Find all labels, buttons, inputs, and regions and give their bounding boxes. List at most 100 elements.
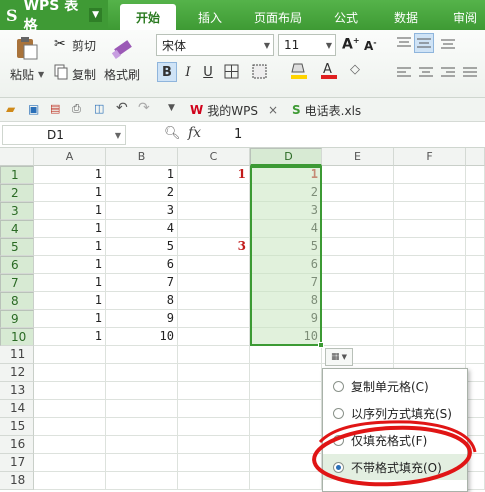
cell-D16[interactable]: [250, 436, 322, 454]
align-center-icon[interactable]: [418, 66, 434, 83]
cell-A3[interactable]: 1: [34, 202, 106, 220]
cell-G17[interactable]: [466, 454, 485, 472]
cell-A16[interactable]: [34, 436, 106, 454]
cell-D11[interactable]: [250, 346, 322, 364]
cell-C17[interactable]: [178, 454, 250, 472]
cell-B8[interactable]: 8: [106, 292, 178, 310]
row-header[interactable]: 1: [0, 166, 34, 184]
cell-D5[interactable]: 5: [250, 238, 322, 256]
row-header[interactable]: 2: [0, 184, 34, 202]
cell-C14[interactable]: [178, 400, 250, 418]
cell-G16[interactable]: [466, 436, 485, 454]
cell-D7[interactable]: 7: [250, 274, 322, 292]
bold-button[interactable]: B: [157, 62, 177, 82]
cell-G18[interactable]: [466, 472, 485, 490]
tab-insert[interactable]: 插入: [186, 4, 234, 30]
tab-data[interactable]: 数据: [382, 4, 430, 30]
cell-C16[interactable]: [178, 436, 250, 454]
cell-C11[interactable]: [178, 346, 250, 364]
row-header[interactable]: 9: [0, 310, 34, 328]
cell-D15[interactable]: [250, 418, 322, 436]
align-left-icon[interactable]: [396, 66, 412, 83]
cell-A11[interactable]: [34, 346, 106, 364]
cell-E10[interactable]: [322, 328, 394, 346]
cell-D1[interactable]: 1: [250, 166, 322, 184]
print-icon[interactable]: ⎙: [72, 102, 81, 116]
cell-F10[interactable]: [394, 328, 466, 346]
cell-D3[interactable]: 3: [250, 202, 322, 220]
row-header[interactable]: 14: [0, 400, 34, 418]
cell-E8[interactable]: [322, 292, 394, 310]
font-color-icon[interactable]: A: [320, 60, 338, 83]
cell-G15[interactable]: [466, 418, 485, 436]
cell-D12[interactable]: [250, 364, 322, 382]
cell-C4[interactable]: [178, 220, 250, 238]
cell-A14[interactable]: [34, 400, 106, 418]
option-copy-cells[interactable]: 复制单元格(C): [323, 373, 467, 399]
border-icon[interactable]: [224, 64, 240, 83]
cell-C9[interactable]: [178, 310, 250, 328]
cell-D9[interactable]: 9: [250, 310, 322, 328]
align-right-icon[interactable]: [440, 66, 456, 83]
fill-pattern-icon[interactable]: [252, 64, 268, 83]
cell-C3[interactable]: [178, 202, 250, 220]
tab-my-wps[interactable]: W 我的WPS ×: [190, 98, 278, 122]
cell-B9[interactable]: 9: [106, 310, 178, 328]
cell-A18[interactable]: [34, 472, 106, 490]
cell-B18[interactable]: [106, 472, 178, 490]
tab-page-layout[interactable]: 页面布局: [244, 4, 312, 30]
fill-color-icon[interactable]: [290, 60, 308, 83]
column-header[interactable]: A: [34, 148, 106, 166]
cell-G6[interactable]: [466, 256, 485, 274]
cell-B13[interactable]: [106, 382, 178, 400]
column-header[interactable]: [466, 148, 485, 166]
cell-E3[interactable]: [322, 202, 394, 220]
align-middle-icon[interactable]: [414, 33, 434, 53]
cell-C12[interactable]: [178, 364, 250, 382]
autofill-options-button[interactable]: ▦ ▼: [325, 348, 353, 366]
cell-C8[interactable]: [178, 292, 250, 310]
cell-B14[interactable]: [106, 400, 178, 418]
cell-G11[interactable]: [466, 346, 485, 364]
cell-D2[interactable]: 2: [250, 184, 322, 202]
cell-A13[interactable]: [34, 382, 106, 400]
cell-A12[interactable]: [34, 364, 106, 382]
open-folder-icon[interactable]: ▰: [6, 102, 15, 116]
cell-C7[interactable]: [178, 274, 250, 292]
format-painter-label[interactable]: 格式刷: [104, 66, 140, 83]
format-painter-icon[interactable]: [110, 34, 136, 63]
cell-A6[interactable]: 1: [34, 256, 106, 274]
eraser-icon[interactable]: ◇: [350, 62, 360, 77]
paste-icon[interactable]: [14, 36, 40, 60]
cell-D6[interactable]: 6: [250, 256, 322, 274]
cell-A15[interactable]: [34, 418, 106, 436]
underline-button[interactable]: U: [198, 62, 218, 82]
cell-B12[interactable]: [106, 364, 178, 382]
cell-B7[interactable]: 7: [106, 274, 178, 292]
row-header[interactable]: 13: [0, 382, 34, 400]
cell-D13[interactable]: [250, 382, 322, 400]
cell-G8[interactable]: [466, 292, 485, 310]
cell-E9[interactable]: [322, 310, 394, 328]
close-icon[interactable]: ×: [268, 103, 278, 117]
cell-G13[interactable]: [466, 382, 485, 400]
cell-D17[interactable]: [250, 454, 322, 472]
cell-G4[interactable]: [466, 220, 485, 238]
row-header[interactable]: 16: [0, 436, 34, 454]
font-size-select[interactable]: 11 ▼: [278, 34, 336, 56]
column-header[interactable]: D: [250, 148, 322, 166]
chevron-down-icon[interactable]: ▼: [38, 70, 44, 79]
decrease-font-icon[interactable]: A-: [364, 38, 377, 53]
cell-B6[interactable]: 6: [106, 256, 178, 274]
zoom-icon[interactable]: 🔍︎: [164, 126, 181, 141]
cell-E7[interactable]: [322, 274, 394, 292]
save-icon[interactable]: ▣: [28, 102, 39, 116]
column-header[interactable]: C: [178, 148, 250, 166]
row-header[interactable]: 10: [0, 328, 34, 346]
scissors-icon[interactable]: ✂: [54, 36, 66, 52]
cell-F3[interactable]: [394, 202, 466, 220]
italic-button[interactable]: I: [178, 62, 198, 82]
row-header[interactable]: 18: [0, 472, 34, 490]
tab-document[interactable]: S 电话表.xls: [292, 98, 361, 122]
annotation-text[interactable]: 1: [178, 166, 250, 184]
